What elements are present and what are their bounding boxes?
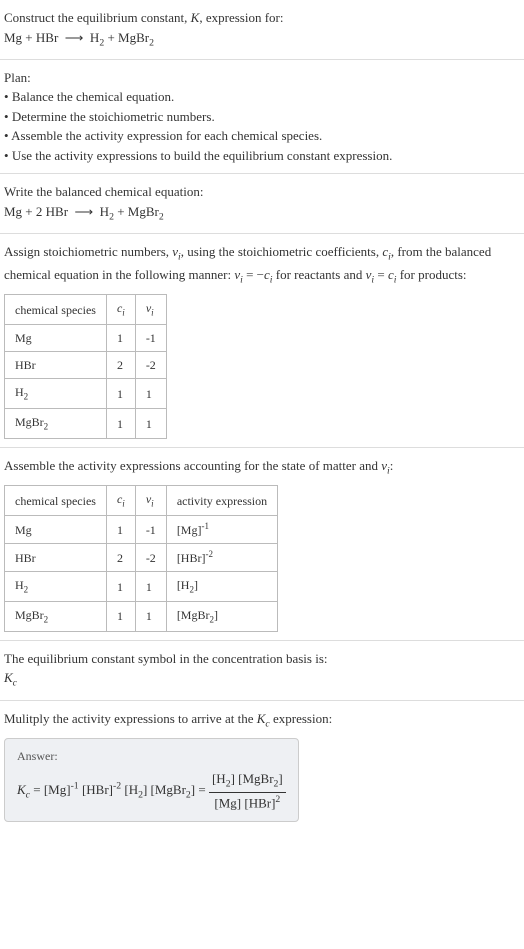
plan-item-text: Balance the chemical equation. [12,89,174,104]
cell-v: 1 [135,379,166,409]
cell-c: 1 [106,572,135,602]
plan-item: • Assemble the activity expression for e… [4,126,520,146]
col-species: chemical species [5,295,107,325]
cell-v: -2 [135,544,166,572]
table-row: HBr 2 -2 [5,352,167,379]
table-row: Mg 1 -1 [5,325,167,352]
fraction-denominator: [Mg] [HBr]2 [209,793,286,813]
cell-species: MgBr2 [5,409,107,439]
table-header-row: chemical species ci νi activity expressi… [5,486,278,516]
cell-species: Mg [5,325,107,352]
cell-activity: [MgBr2] [166,602,277,632]
cell-c: 1 [106,379,135,409]
answer-label: Answer: [17,747,286,765]
table-header-row: chemical species ci νi [5,295,167,325]
answer-expression: Kc = [Mg]-1 [HBr]-2 [H2] [MgBr2] = [H2] … [17,769,286,813]
plan-section: Plan: • Balance the chemical equation. •… [0,60,524,175]
col-activity: activity expression [166,486,277,516]
activity-text: Assemble the activity expressions accoun… [4,456,520,479]
table-row: H2 1 1 [5,379,167,409]
answer-box: Answer: Kc = [Mg]-1 [HBr]-2 [H2] [MgBr2]… [4,738,299,822]
final-section: Mulitply the activity expressions to arr… [0,701,524,830]
intro-section: Construct the equilibrium constant, K, e… [0,0,524,60]
symbol-section: The equilibrium constant symbol in the c… [0,641,524,701]
stoich-section: Assign stoichiometric numbers, νi, using… [0,234,524,448]
cell-c: 1 [106,409,135,439]
col-ci: ci [106,295,135,325]
symbol-value: Kc [4,668,520,691]
plan-item-text: Determine the stoichiometric numbers. [12,109,215,124]
balanced-equation: Mg + 2 HBr ⟶ H2 + MgBr2 [4,202,520,225]
intro-line: Construct the equilibrium constant, K, e… [4,8,520,28]
col-ci: ci [106,486,135,516]
symbol-text: The equilibrium constant symbol in the c… [4,649,520,669]
table-row: MgBr2 1 1 [5,409,167,439]
cell-activity: [HBr]-2 [166,544,277,572]
stoich-text: Assign stoichiometric numbers, νi, using… [4,242,520,288]
plan-item-text: Use the activity expressions to build th… [12,148,393,163]
plan-item: • Balance the chemical equation. [4,87,520,107]
cell-species: HBr [5,544,107,572]
plan-item: • Use the activity expressions to build … [4,146,520,166]
cell-v: -1 [135,516,166,544]
cell-c: 1 [106,516,135,544]
balanced-heading: Write the balanced chemical equation: [4,182,520,202]
cell-activity: [Mg]-1 [166,516,277,544]
col-vi: νi [135,295,166,325]
col-species: chemical species [5,486,107,516]
cell-v: 1 [135,409,166,439]
cell-species: HBr [5,352,107,379]
cell-v: -1 [135,325,166,352]
cell-c: 2 [106,544,135,572]
table-row: Mg 1 -1 [Mg]-1 [5,516,278,544]
plan-item: • Determine the stoichiometric numbers. [4,107,520,127]
cell-v: 1 [135,602,166,632]
unbalanced-equation: Mg + HBr ⟶ H2 + MgBr2 [4,28,520,51]
cell-v: -2 [135,352,166,379]
plan-item-text: Assemble the activity expression for eac… [11,128,322,143]
table-row: H2 1 1 [H2] [5,572,278,602]
cell-species: Mg [5,516,107,544]
table-row: MgBr2 1 1 [MgBr2] [5,602,278,632]
cell-c: 1 [106,602,135,632]
cell-c: 2 [106,352,135,379]
activity-section: Assemble the activity expressions accoun… [0,448,524,641]
fraction: [H2] [MgBr2] [Mg] [HBr]2 [209,769,286,813]
cell-v: 1 [135,572,166,602]
final-text: Mulitply the activity expressions to arr… [4,709,520,732]
fraction-numerator: [H2] [MgBr2] [209,769,286,793]
table-row: HBr 2 -2 [HBr]-2 [5,544,278,572]
cell-activity: [H2] [166,572,277,602]
activity-table: chemical species ci νi activity expressi… [4,485,278,632]
cell-species: H2 [5,379,107,409]
cell-species: MgBr2 [5,602,107,632]
col-vi: νi [135,486,166,516]
balanced-section: Write the balanced chemical equation: Mg… [0,174,524,234]
cell-species: H2 [5,572,107,602]
plan-heading: Plan: [4,68,520,88]
cell-c: 1 [106,325,135,352]
stoich-table: chemical species ci νi Mg 1 -1 HBr 2 -2 … [4,294,167,439]
